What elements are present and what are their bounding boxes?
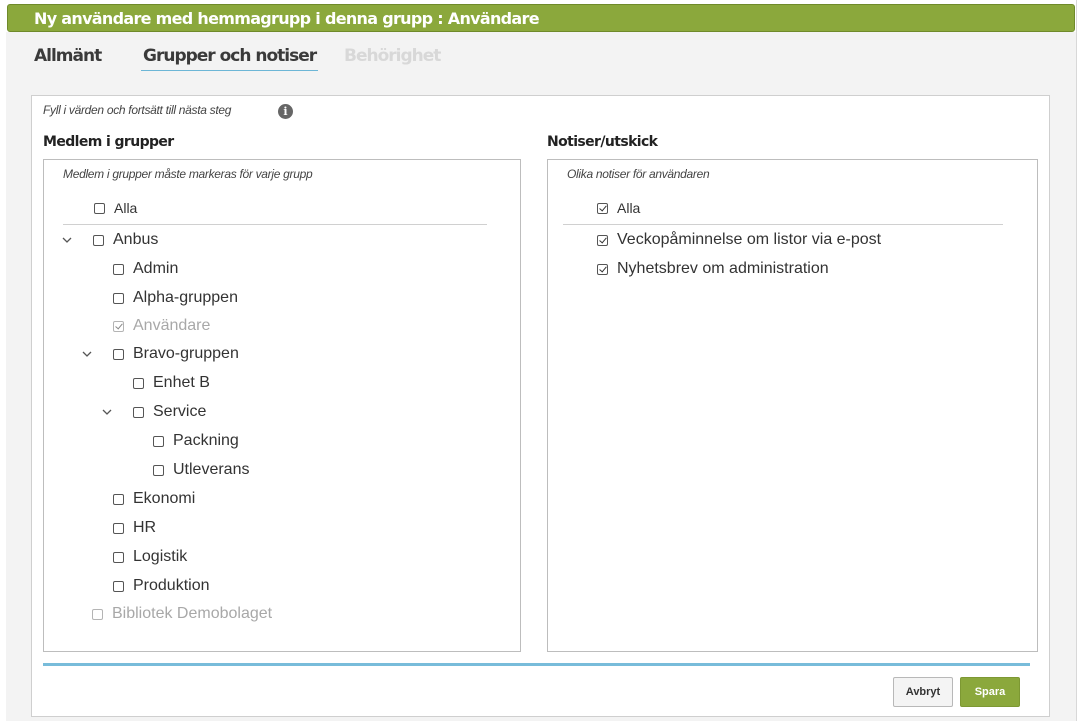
notice-label: Nyhetsbrev om administration [617, 260, 829, 277]
group-checkbox[interactable] [133, 377, 144, 389]
form-hint: Fyll i värden och fortsätt till nästa st… [43, 103, 232, 117]
group-checkbox[interactable] [113, 263, 124, 275]
group-item-bibliotek: Bibliotek Demobolaget [92, 604, 272, 624]
group-checkbox[interactable] [93, 234, 104, 246]
notices-all-checkbox[interactable] [597, 202, 608, 214]
group-checkbox-disabled [113, 320, 124, 332]
group-checkbox[interactable] [133, 406, 144, 418]
group-item-alpha[interactable]: Alpha-gruppen [113, 288, 238, 308]
notices-hint: Olika notiser för användaren [567, 167, 710, 181]
cancel-button[interactable]: Avbryt [893, 677, 953, 707]
chevron-down-icon[interactable] [81, 348, 93, 360]
group-item-hr[interactable]: HR [113, 518, 156, 538]
group-label: Packning [173, 432, 239, 449]
group-label: Enhet B [153, 374, 210, 391]
notice-item-weekly-reminder[interactable]: Veckopåminnelse om listor via e-post [597, 230, 881, 250]
notices-all-row[interactable]: Alla [597, 198, 640, 218]
group-checkbox[interactable] [113, 493, 124, 505]
group-checkbox-disabled [92, 608, 103, 620]
groups-hint: Medlem i grupper måste markeras för varj… [63, 167, 313, 181]
tab-permission: Behörighet [344, 46, 441, 66]
notice-label: Veckopåminnelse om listor via e-post [617, 231, 882, 248]
group-item-utleverans[interactable]: Utleverans [153, 460, 249, 480]
group-item-bravo[interactable]: Bravo-gruppen [113, 344, 239, 364]
notice-checkbox[interactable] [597, 234, 608, 246]
notices-divider [563, 224, 1003, 225]
group-label: Användare [133, 317, 211, 334]
group-item-service[interactable]: Service [133, 402, 206, 422]
notice-item-newsletter[interactable]: Nyhetsbrev om administration [597, 259, 829, 279]
group-checkbox[interactable] [113, 348, 124, 360]
notice-checkbox[interactable] [597, 263, 608, 275]
group-item-ekonomi[interactable]: Ekonomi [113, 489, 195, 509]
group-label: HR [133, 519, 157, 536]
group-item-logistik[interactable]: Logistik [113, 547, 187, 567]
group-label: Bravo-gruppen [133, 345, 239, 362]
info-icon[interactable]: i [278, 104, 293, 119]
group-checkbox[interactable] [113, 292, 124, 304]
group-label: Anbus [113, 231, 159, 248]
group-item-anvandare: Användare [113, 316, 210, 336]
group-label: Bibliotek Demobolaget [112, 605, 273, 622]
chevron-down-icon[interactable] [61, 234, 73, 246]
group-checkbox[interactable] [113, 522, 124, 534]
group-checkbox[interactable] [153, 464, 164, 476]
group-label: Ekonomi [133, 490, 196, 507]
groups-all-checkbox[interactable] [94, 202, 105, 214]
save-button[interactable]: Spara [960, 677, 1020, 707]
notices-all-label: Alla [617, 200, 641, 216]
tab-general[interactable]: Allmänt [34, 44, 102, 70]
group-item-anbus[interactable]: Anbus [93, 230, 158, 250]
group-checkbox[interactable] [113, 580, 124, 592]
groups-all-row[interactable]: Alla [94, 198, 137, 218]
groups-all-label: Alla [114, 200, 138, 216]
group-item-produktion[interactable]: Produktion [113, 576, 210, 596]
group-item-enhet-b[interactable]: Enhet B [133, 373, 210, 393]
groups-section-title: Medlem i grupper [43, 134, 174, 150]
groups-divider [63, 224, 487, 225]
group-label: Alpha-gruppen [133, 289, 238, 306]
group-label: Logistik [133, 548, 188, 565]
chevron-down-icon[interactable] [101, 406, 113, 418]
group-checkbox[interactable] [113, 551, 124, 563]
group-label: Utleverans [173, 461, 250, 478]
group-label: Produktion [133, 577, 210, 594]
dialog-title: Ny användare med hemmagrupp i denna grup… [7, 4, 1075, 32]
group-label: Admin [133, 260, 179, 277]
group-item-packning[interactable]: Packning [153, 431, 239, 451]
window-edge [1076, 0, 1077, 721]
group-checkbox[interactable] [153, 435, 164, 447]
group-item-admin[interactable]: Admin [113, 259, 178, 279]
notices-section-title: Notiser/utskick [547, 134, 658, 150]
tab-groups-and-notices[interactable]: Grupper och notiser [141, 44, 319, 71]
group-label: Service [153, 403, 207, 420]
